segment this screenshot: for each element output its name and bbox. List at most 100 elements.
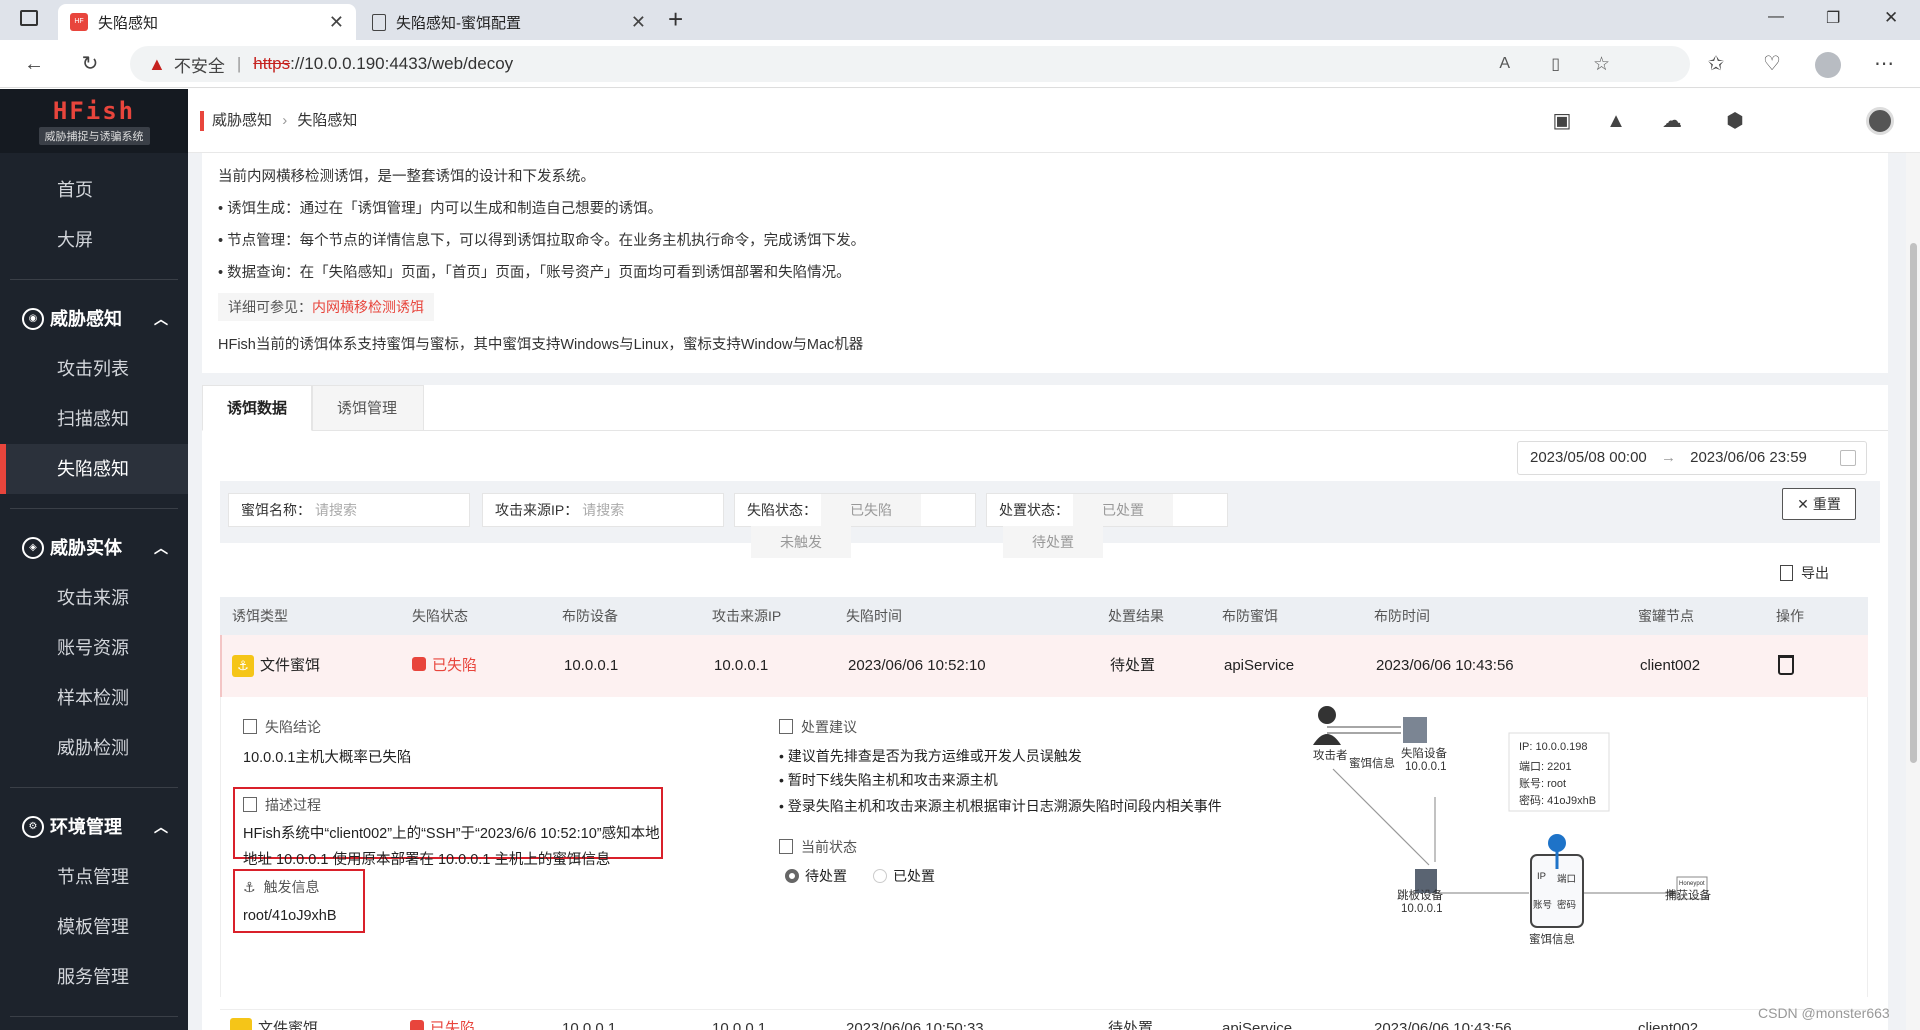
close-tab-icon[interactable]: ✕ [329,12,344,33]
table-header: 诱饵类型 失陷状态 布防设备 攻击来源IP 失陷时间 处置结果 布防蜜饵 布防时… [220,597,1868,635]
date-range-picker[interactable]: 2023/05/08 00:00 → 2023/06/06 23:59 [1517,441,1867,475]
time-cell: 2023/06/06 10:52:10 [848,657,986,674]
scrollbar-thumb[interactable] [1910,243,1917,763]
sidebar-group-env-management[interactable]: ⚙ 环境管理 ︿ [0,802,188,852]
intro-text: HFish当前的诱饵体系支持蜜饵与蜜标，其中蜜饵支持Windows与Linux，… [218,337,864,353]
col-time: 失陷时间 [846,608,902,624]
reset-label: 重置 [1812,496,1841,512]
state-radio-handled[interactable]: 已处置 [873,863,935,889]
diagram-attacker: 攻击者 [1313,750,1348,762]
sidebar-item-attack-source[interactable]: 攻击来源 [0,573,188,623]
fall-opt-fallen[interactable]: 已失陷 [821,494,921,526]
icon-label-account: 账号 [1533,900,1553,911]
src-ip-cell: 10.0.0.1 [712,1020,767,1030]
browser-tab[interactable]: 失陷感知-蜜饵配置 ✕ [360,4,658,40]
bait-name-filter[interactable]: 蜜饵名称： 请搜索 [228,493,470,527]
group-label: 环境管理 [50,817,122,837]
wechat-icon[interactable]: ☁ [1660,109,1684,133]
book-icon[interactable]: ▣ [1550,109,1574,133]
shield-icon[interactable]: ⬢ [1723,109,1747,133]
close-icon: ✕ [1797,496,1809,512]
profile-avatar[interactable] [1815,52,1841,78]
reset-button[interactable]: ✕ 重置 [1782,488,1856,520]
sidebar-item-node-management[interactable]: 节点管理 [0,852,188,902]
bait-cell: apiService [1222,1020,1293,1030]
sidebar-item-service-management[interactable]: 服务管理 [0,952,188,1002]
filter-label: 失陷状态： [747,502,817,518]
sidebar-group-threat-perception[interactable]: ◉ 威胁感知 ︿ [0,294,188,344]
source-ip-input[interactable]: 请搜索 [582,502,624,518]
tab-bait-data[interactable]: 诱饵数据 [202,385,312,431]
favorite-star-icon[interactable]: ☆ [1593,53,1610,76]
col-node: 蜜罐节点 [1638,608,1694,624]
sidebar-group-threat-entity[interactable]: ◈ 威胁实体 ︿ [0,523,188,573]
delete-icon[interactable] [1778,655,1794,675]
node-cell: client002 [1640,657,1701,674]
diagram-fallen-device: 失陷设备 [1401,748,1447,760]
state-radio-pending[interactable]: 待处置 [785,863,847,889]
tab-actions-icon[interactable] [20,10,38,26]
more-menu-icon[interactable]: ⋯ [1872,52,1896,76]
back-icon[interactable]: ← [22,52,46,76]
health-icon[interactable]: ♡ [1760,52,1784,76]
tab-bait-management[interactable]: 诱饵管理 [312,385,424,431]
advice-header: 处置建议 [779,717,857,737]
sidebar-item-sample-detection[interactable]: 样本检测 [0,673,188,723]
sidebar-item-account-resource[interactable]: 账号资源 [0,623,188,673]
source-ip-filter[interactable]: 攻击来源IP： 请搜索 [482,493,724,527]
bait-name-input[interactable]: 请搜索 [315,502,357,518]
logo: HFish 威胁捕捉与诱骗系统 [0,89,188,153]
date-end: 2023/06/06 23:59 [1690,449,1807,466]
trigger-title: 触发信息 [263,879,320,895]
conclusion-header: 失陷结论 [243,717,321,737]
sidebar-item-scan-perception[interactable]: 扫描感知 [0,394,188,444]
advice-icon [779,719,793,734]
fall-opt-untriggered[interactable]: 未触发 [751,526,851,558]
maximize-button[interactable]: ❐ [1826,8,1840,28]
warning-icon[interactable]: ▲ [148,54,166,75]
page-scrollbar[interactable] [1906,153,1920,1030]
browser-tab-active[interactable]: HF 失陷感知 ✕ [58,4,356,40]
bait-cell: apiService [1224,657,1295,674]
tooltip-password: 密码: 41oJ9xhB [1519,795,1597,807]
tip-link[interactable]: 内网横移检测诱饵 [312,299,424,315]
process-line: HFish系统中“client002”上的“SSH”于“2023/6/6 10:… [243,826,660,842]
sidebar-divider [10,279,178,280]
refresh-icon[interactable]: ↻ [78,52,102,76]
tooltip-port: 端口: 2201 [1519,761,1572,773]
breadcrumb-root[interactable]: 威胁感知 [212,112,272,129]
conclusion-text: 10.0.0.1主机大概率已失陷 [243,750,412,766]
rocket-icon[interactable]: ▲ [1604,109,1628,133]
table-row[interactable]: 文件蜜饵 已失陷 10.0.0.1 10.0.0.1 2023/06/06 10… [220,1009,1868,1030]
close-window-button[interactable]: ✕ [1884,8,1898,28]
user-avatar-icon[interactable] [1866,107,1894,135]
sidebar: HFish 威胁捕捉与诱骗系统 首页 大屏 ◉ 威胁感知 ︿ 攻击列表 扫描感知… [0,89,188,1030]
diagram-capture-device: 捕获设备 [1665,890,1711,902]
table-row[interactable]: ⚓ 文件蜜饵 已失陷 10.0.0.1 10.0.0.1 2023/06/06 1… [220,635,1868,697]
status-dot-icon [412,657,426,671]
sidebar-item-template-management[interactable]: 模板管理 [0,902,188,952]
favorites-icon[interactable]: ✩ [1704,52,1728,76]
minimize-button[interactable]: — [1768,8,1784,26]
sidebar-item-threat-detection[interactable]: 威胁检测 [0,723,188,773]
filter-label: 蜜饵名称： [241,502,311,518]
status-text: 已失陷 [430,1020,476,1030]
close-tab-icon[interactable]: ✕ [631,12,646,33]
handle-opt-handled[interactable]: 已处置 [1073,494,1173,526]
diagram-jump-ip: 10.0.0.1 [1401,903,1443,915]
url-field[interactable]: ▲ 不安全 | https ://10.0.0.190:4433/web/dec… [130,46,1690,82]
col-src-ip: 攻击来源IP [712,608,782,624]
sidebar-item-attack-list[interactable]: 攻击列表 [0,344,188,394]
export-button[interactable]: 导出 [1780,563,1829,583]
tooltip-account: 账号: root [1519,778,1567,790]
sidebar-item-fall-perception[interactable]: 失陷感知 [0,444,188,494]
new-tab-button[interactable]: + [668,4,683,35]
bait-type: 文件蜜饵 [260,657,321,674]
handle-opt-pending[interactable]: 待处置 [1003,526,1103,558]
status-text: 已失陷 [432,657,478,674]
sidebar-item-bigscreen[interactable]: 大屏 [0,215,188,265]
tab-underline [424,430,1888,431]
split-view-icon[interactable]: ▯ [1551,54,1560,74]
read-aloud-icon[interactable]: A [1499,55,1510,73]
sidebar-item-home[interactable]: 首页 [0,165,188,215]
